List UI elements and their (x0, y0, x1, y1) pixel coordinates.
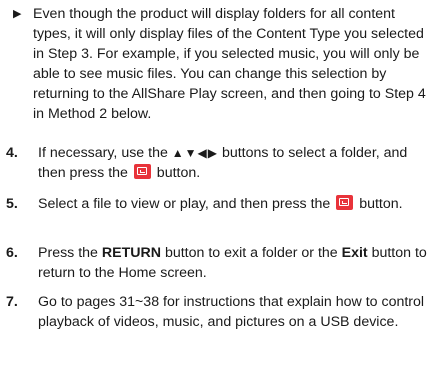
enter-icon (133, 164, 151, 179)
step-text-part: button. (152, 165, 201, 181)
return-button-label: RETURN (101, 245, 161, 261)
manual-page: ▶ Even though the product will display f… (0, 0, 447, 388)
triangle-bullet-icon: ▶ (13, 8, 22, 20)
arrow-buttons-icon: ▲▼◀▶ (171, 146, 219, 160)
step-5: 5. Select a file to view or play, and th… (6, 194, 438, 214)
step-6: 6. Press the RETURN button to exit a fol… (6, 243, 438, 283)
exit-button-label: Exit (341, 245, 368, 261)
step-number: 5. (6, 196, 18, 212)
step-number: 4. (6, 145, 18, 161)
step-7: 7. Go to pages 31~38 for instructions th… (6, 292, 438, 332)
step-text-part: Press the (38, 245, 102, 261)
note-block: ▶ Even though the product will display f… (12, 4, 436, 124)
step-text: Go to pages 31~38 for instructions that … (38, 294, 425, 330)
enter-icon (336, 195, 354, 210)
step-4: 4. If necessary, use the ▲▼◀▶ buttons to… (6, 143, 438, 183)
step-text-part: button. (355, 196, 403, 212)
step-text: Select a file to view or play, and then … (38, 194, 438, 214)
step-text: If necessary, use the ▲▼◀▶ buttons to se… (38, 143, 438, 183)
step-number: 6. (6, 245, 18, 261)
note-text: Even though the product will display fol… (33, 6, 426, 122)
step-text-part: If necessary, use the (38, 145, 172, 161)
step-number: 7. (6, 294, 18, 310)
step-text-part: Select a file to view or play, and then … (38, 196, 335, 212)
step-text: Press the RETURN button to exit a folder… (38, 243, 438, 283)
step-text-part: button to exit a folder or the (161, 245, 342, 261)
